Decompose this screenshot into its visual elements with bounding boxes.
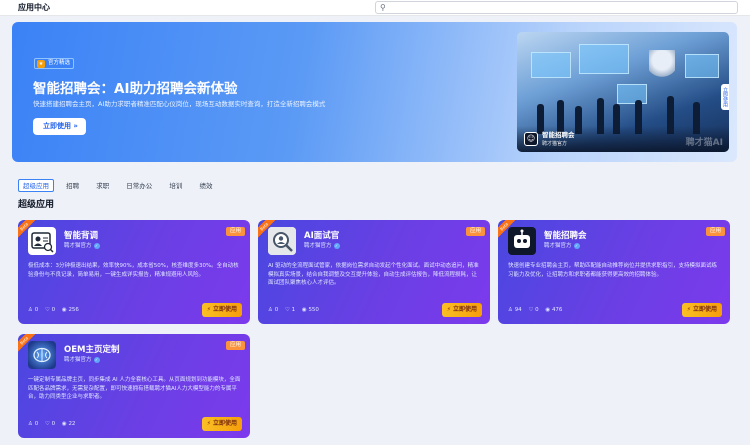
banner-subtitle: 快速搭建招聘会主页，AI助力求职者精准匹配心仪岗位，现场互动数据实时查询，打造全… [33,100,326,108]
thumbs-up-icon: ♡ [284,307,290,313]
brain-icon [28,341,56,369]
search-box[interactable]: ⚲ [375,1,738,14]
stat-views: 22 [68,421,76,427]
thumbs-up-icon: ♡ [44,421,50,427]
stat-users: 94 [514,307,522,313]
star-icon: ★ [37,60,45,68]
app-tag: 应用 [705,227,725,236]
image-author: 聘才猫官方 [542,141,568,147]
robot-face-icon [508,227,536,255]
app-name: 智能背调 [64,231,99,241]
stat-views: 476 [551,307,563,313]
search-input[interactable] [390,3,730,13]
search-icon: ⚲ [380,3,386,12]
robot-illustration [649,50,675,84]
app-stats: ♙ 94 ♡ 0 ◉ 476 [508,307,567,313]
image-watermark: 聘才猫AI [685,138,723,148]
app-description: 极低成本：3分钟极速出结果，效率快90%，成本省50%，核查维度多30%。全自动… [28,263,239,278]
app-tag: 应用 [225,227,245,236]
app-author: 聘才猫官方 [304,243,332,249]
stat-views: 256 [68,307,79,313]
eye-icon: ◉ [61,421,67,427]
id-card-icon [28,227,56,255]
tab-job-seek[interactable]: 求职 [91,179,114,192]
stat-users: 0 [34,421,39,427]
tab-performance[interactable]: 绩效 [194,179,217,192]
section-title: 超级应用 [18,200,55,210]
use-now-button[interactable]: ⚡ 立即使用 [681,303,722,317]
use-now-button[interactable]: ⚡ 立即使用 [201,417,242,431]
app-description: 快速创建专业招聘会主页，帮助匹配能自动推荐岗位并提供求职指引，支持模拟面试练习能… [508,263,718,278]
verified-icon: ✓ [93,242,100,249]
thumbs-up-icon: ♡ [44,307,50,313]
page-title: 应用中心 [18,3,50,12]
badge-label: 官方精选 [48,60,71,66]
user-icon: ♙ [28,307,33,313]
app-author: 聘才猫官方 [544,243,572,249]
app-tag: 应用 [465,227,485,236]
top-bar: 应用中心 ⚲ [0,0,750,16]
verified-icon: ✓ [333,242,340,249]
banner-image[interactable]: ☺ 智能招聘会 聘才猫官方 聘才猫AI 立即使用 [517,32,729,152]
stat-users: 0 [34,307,39,313]
app-name: 智能招聘会 [544,231,587,241]
app-description: 一键定制专属品牌主页，同步集成 AI 人力全套核心工具。从页面规划到功能模块，全… [28,377,241,400]
stat-likes: 1 [291,307,296,313]
app-tag: 应用 [225,341,245,350]
official-badge: ★ 官方精选 [34,58,75,69]
stat-likes: 0 [51,307,56,313]
app-stats: ♙ 0 ♡ 0 ◉ 256 [28,307,84,313]
app-stats: ♙ 0 ♡ 0 ◉ 22 [28,421,80,427]
tab-training[interactable]: 培训 [164,179,187,192]
hero-banner: ★ 官方精选 智能招聘会：AI助力招聘会新体验 快速搭建招聘会主页，AI助力求职… [12,22,737,162]
app-card-background-check[interactable]: Beta 应用 智能背调 聘才猫官方 ✓ 极低成本：3分钟极速出结果，效率快90%… [18,220,250,324]
app-name: AI面试官 [304,231,340,241]
category-tabs: 超级应用 招聘 求职 日常办公 培训 绩效 [18,173,219,192]
stat-likes: 0 [51,421,56,427]
use-now-button[interactable]: ⚡ 立即使用 [441,303,482,317]
user-icon: ♙ [268,307,273,313]
eye-icon: ◉ [61,307,67,313]
stat-likes: 0 [535,307,539,313]
app-stats: ♙ 0 ♡ 1 ◉ 550 [268,307,324,313]
image-side-tab[interactable]: 立即使用 [721,84,729,110]
eye-icon: ◉ [301,307,307,313]
magnifier-face-icon [268,227,296,255]
app-name: OEM主页定制 [64,345,120,355]
app-card-ai-interviewer[interactable]: Beta 应用 AI面试官 聘才猫官方 ✓ AI 驱动的全流程面试管家，依据岗位需… [258,220,490,324]
app-logo-icon: ☺ [524,132,538,146]
app-card-oem-homepage[interactable]: Beta 应用 OEM主页定制 聘才猫官方 ✓ 一键定制专属品牌主页，同步集成 A… [18,334,250,438]
banner-use-button[interactable]: 立即使用 » [33,118,86,135]
user-icon: ♙ [28,421,33,427]
banner-title: 智能招聘会：AI助力招聘会新体验 [33,81,238,97]
eye-icon: ◉ [545,307,551,313]
app-description: AI 驱动的全流程面试管家，依据岗位需求自动发起个性化面试。面试中动态追问，精准… [268,263,479,286]
use-now-button[interactable]: ⚡ 立即使用 [201,303,242,317]
tab-super-apps[interactable]: 超级应用 [18,179,54,192]
app-author: 聘才猫官方 [64,243,92,249]
stat-views: 550 [308,307,319,313]
app-author: 聘才猫官方 [64,357,92,363]
tab-recruit[interactable]: 招聘 [61,179,84,192]
thumbs-up-icon: ♡ [528,307,534,313]
verified-icon: ✓ [93,356,100,363]
verified-icon: ✓ [573,242,580,249]
image-title: 智能招聘会 [542,131,575,139]
user-icon: ♙ [508,307,513,313]
tab-office[interactable]: 日常办公 [121,179,157,192]
app-card-job-fair[interactable]: Beta 应用 智能招聘会 聘才猫官方 ✓ 快速创建专业招聘会主页，帮助匹配能自动… [498,220,730,324]
stat-users: 0 [274,307,279,313]
